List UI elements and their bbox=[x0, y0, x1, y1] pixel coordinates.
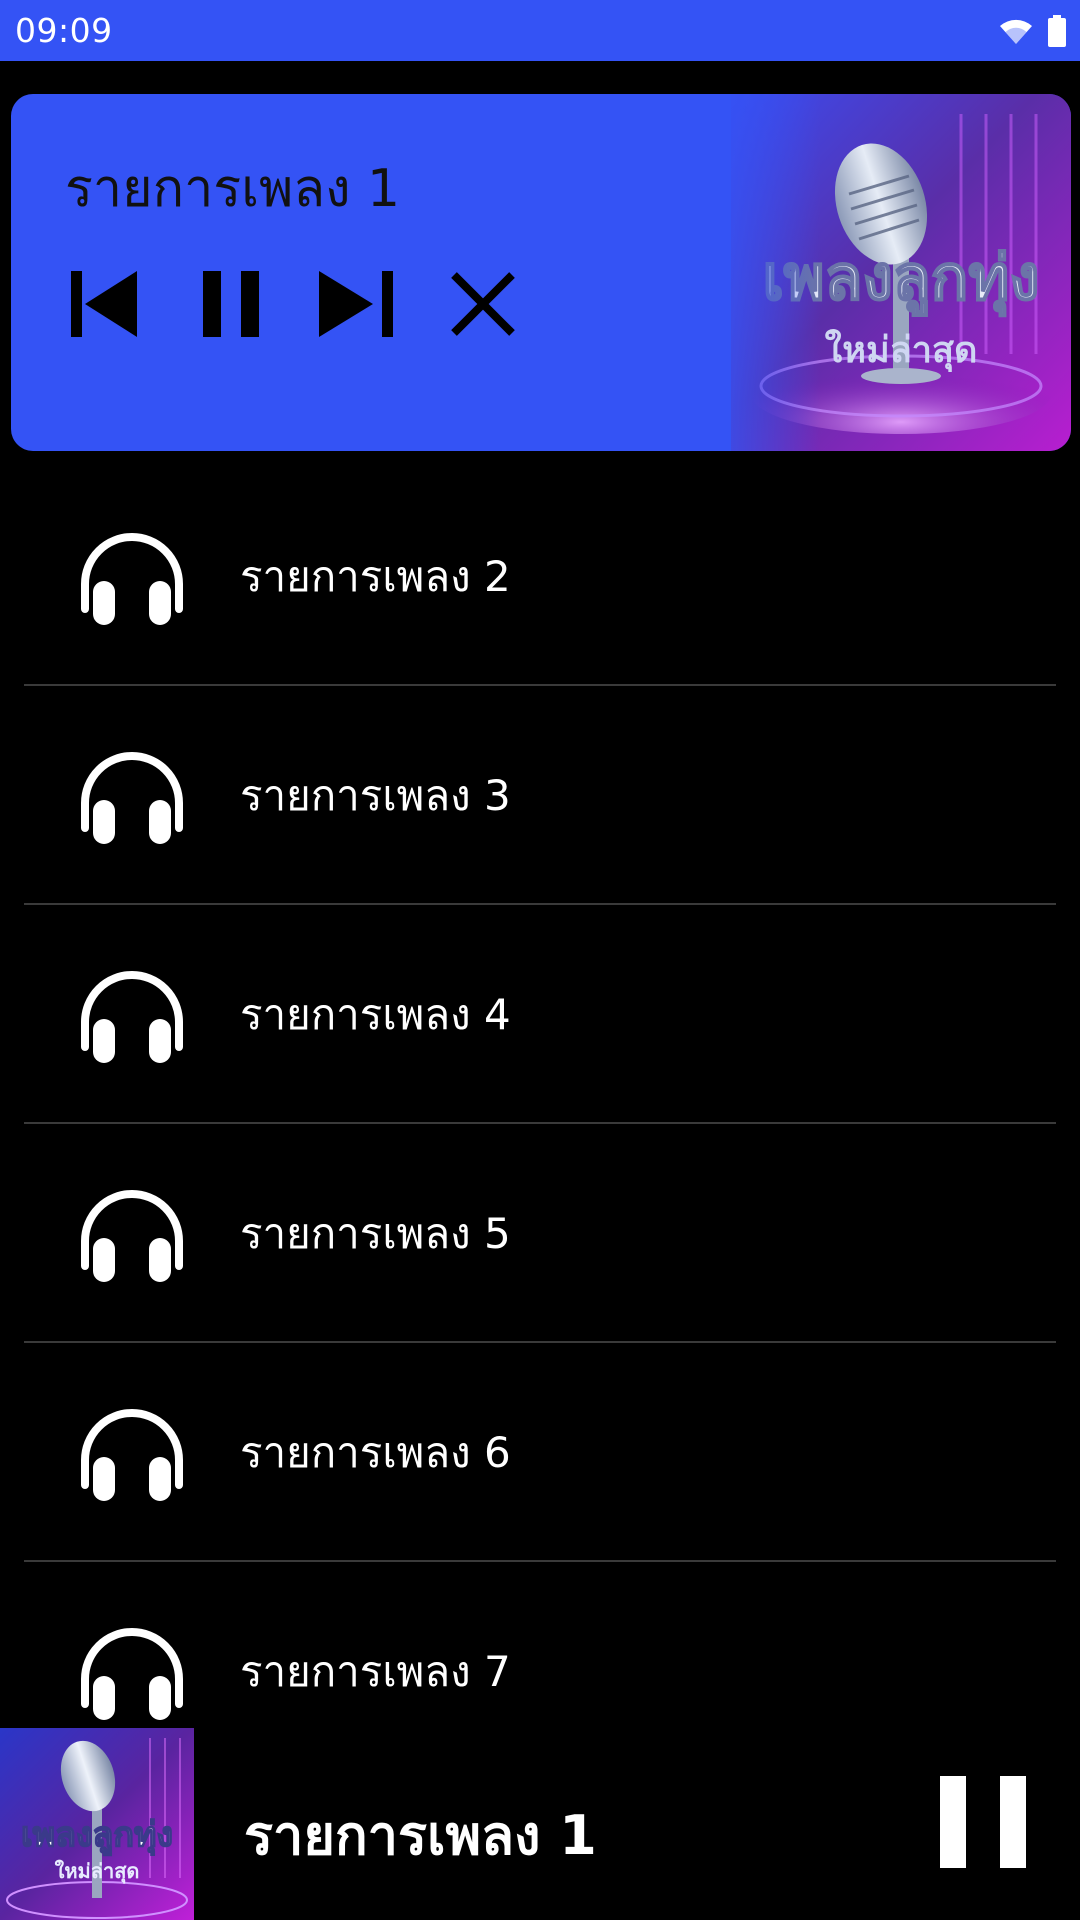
mini-player[interactable]: เพลงลูกทุ่ง ใหม่ล่าสุด รายการเพลง 1 bbox=[0, 1728, 1080, 1920]
artwork-subline: ใหม่ล่าสุด bbox=[825, 328, 978, 373]
list-item[interactable]: รายการเพลง 3 bbox=[0, 686, 1080, 905]
list-item[interactable]: รายการเพลง 4 bbox=[0, 905, 1080, 1124]
headphones-icon bbox=[81, 970, 183, 1063]
now-playing-title: รายการเพลง 1 bbox=[65, 159, 401, 219]
list-item[interactable]: รายการเพลง 6 bbox=[0, 1343, 1080, 1562]
list-item[interactable]: รายการเพลง 2 bbox=[0, 467, 1080, 686]
list-item-label: รายการเพลง 4 bbox=[240, 989, 511, 1039]
list-item-label: รายการเพลง 3 bbox=[240, 770, 511, 820]
headphones-icon bbox=[81, 1189, 183, 1282]
previous-icon bbox=[71, 271, 137, 337]
artwork-fade bbox=[701, 94, 821, 451]
now-playing-card[interactable]: เพลงลูกทุ่ง ใหม่ล่าสุด รายการเพลง 1 bbox=[11, 94, 1071, 451]
status-bar: 09:09 bbox=[0, 0, 1080, 61]
status-icons bbox=[998, 14, 1066, 47]
close-icon bbox=[451, 272, 515, 336]
pause-icon bbox=[940, 1776, 966, 1868]
mini-artwork-headline: เพลงลูกทุ่ง bbox=[21, 1815, 173, 1856]
pause-icon bbox=[1000, 1776, 1026, 1868]
playlist: รายการเพลง 2 รายการเพลง 3 รายการเพลง 4 ร… bbox=[0, 467, 1080, 1781]
wifi-icon bbox=[1000, 19, 1032, 44]
close-button[interactable] bbox=[443, 264, 523, 344]
headphones-icon bbox=[81, 1408, 183, 1501]
next-icon bbox=[319, 271, 393, 337]
headphones-icon bbox=[81, 532, 183, 625]
previous-button[interactable] bbox=[65, 264, 145, 344]
mini-artwork-subline: ใหม่ล่าสุด bbox=[55, 1859, 140, 1884]
list-item-label: รายการเพลง 5 bbox=[240, 1208, 511, 1258]
mini-pause-button[interactable] bbox=[940, 1776, 1026, 1868]
screen: 09:09 เพลงลูกทุ่ง ใหม่ล่าสุด รายการเพลง … bbox=[0, 0, 1080, 1920]
status-time: 09:09 bbox=[15, 11, 113, 50]
mini-player-title: รายการเพลง 1 bbox=[244, 1804, 597, 1867]
headphones-icon bbox=[81, 751, 183, 844]
list-item-label: รายการเพลง 6 bbox=[240, 1427, 511, 1477]
next-button[interactable] bbox=[317, 264, 397, 344]
pause-button[interactable] bbox=[191, 264, 271, 344]
list-item[interactable]: รายการเพลง 5 bbox=[0, 1124, 1080, 1343]
headphones-icon bbox=[81, 1627, 183, 1720]
battery-icon bbox=[1048, 14, 1066, 47]
mini-album-artwork: เพลงลูกทุ่ง ใหม่ล่าสุด bbox=[0, 1728, 194, 1920]
playback-controls bbox=[65, 264, 523, 344]
list-item-label: รายการเพลง 7 bbox=[240, 1646, 511, 1696]
list-item-label: รายการเพลง 2 bbox=[240, 551, 511, 601]
pause-icon bbox=[203, 271, 259, 337]
